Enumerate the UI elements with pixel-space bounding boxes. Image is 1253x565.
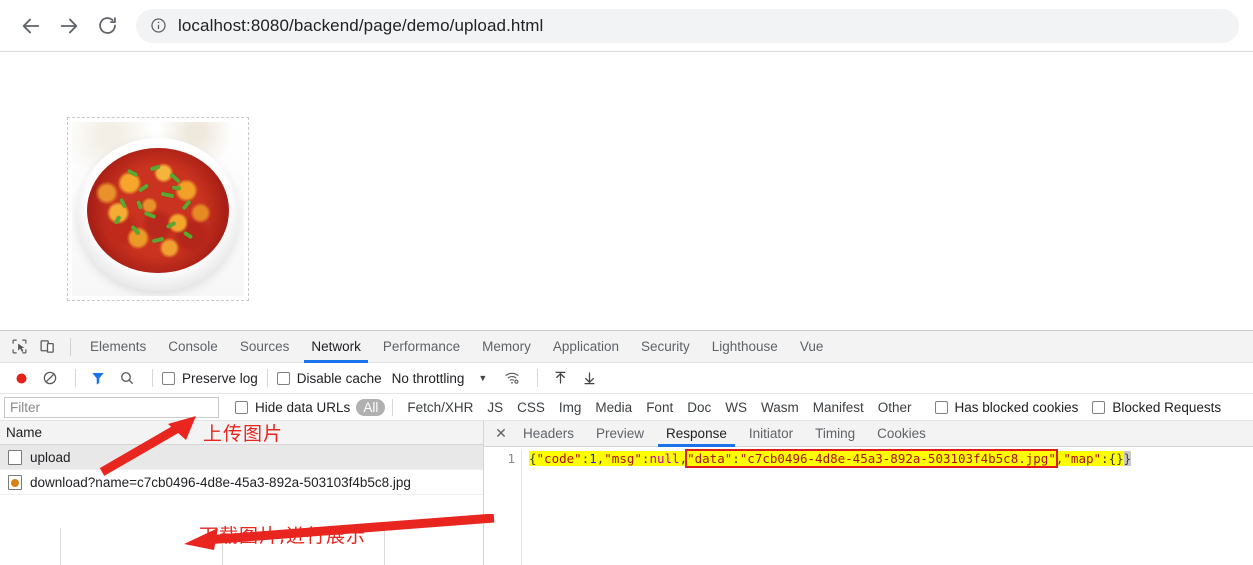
browser-toolbar: localhost:8080/backend/page/demo/upload.… — [0, 0, 1253, 52]
filter-type-font[interactable]: Font — [639, 400, 680, 415]
table-row[interactable]: download?name=c7cb0496-4d8e-45a3-892a-50… — [0, 470, 483, 495]
arrow-right-icon[interactable] — [52, 9, 86, 43]
tab-lighthouse[interactable]: Lighthouse — [701, 331, 789, 363]
preserve-log-label: Preserve log — [182, 370, 258, 386]
import-har-up-arrow-icon[interactable] — [547, 365, 573, 391]
response-body: 1 {"code":1,"msg":null,"data":"c7cb0496-… — [484, 447, 1253, 565]
checkbox-box — [235, 400, 248, 414]
image-upload-dropzone[interactable] — [67, 117, 249, 301]
filter-type-media[interactable]: Media — [588, 400, 639, 415]
hide-data-urls-label: Hide data URLs — [255, 399, 351, 415]
close-x-icon[interactable]: ✕ — [490, 423, 512, 445]
page-content-area — [0, 52, 1253, 329]
filter-type-css[interactable]: CSS — [510, 400, 552, 415]
checkbox-box — [1092, 400, 1106, 414]
detail-tabbar: ✕ Headers Preview Response Initiator Tim… — [484, 421, 1253, 447]
detail-tab-timing[interactable]: Timing — [804, 421, 866, 447]
disable-cache-label: Disable cache — [296, 370, 382, 386]
device-toolbar-icon[interactable] — [34, 334, 60, 360]
checkbox-box — [276, 371, 290, 385]
json-colon: : — [732, 451, 740, 466]
devtools-panel: Elements Console Sources Network Perform… — [0, 330, 1253, 565]
json-key-code: "code" — [536, 451, 582, 466]
table-row[interactable]: upload — [0, 445, 483, 470]
json-comma: , — [679, 451, 688, 466]
tab-sources[interactable]: Sources — [229, 331, 301, 363]
tab-vue[interactable]: Vue — [789, 331, 835, 363]
upload-annotation-text: 上传图片 — [203, 423, 284, 445]
blocked-requests-label: Blocked Requests — [1112, 399, 1222, 415]
network-filterbar: Filter Hide data URLs All Fetch/XHR JS C… — [0, 394, 1253, 421]
arrow-left-icon[interactable] — [14, 9, 48, 43]
address-bar[interactable]: localhost:8080/backend/page/demo/upload.… — [136, 8, 1239, 43]
checkbox-box — [162, 371, 175, 385]
funnel-filter-icon[interactable] — [85, 365, 111, 391]
detail-tab-response[interactable]: Response — [655, 421, 738, 447]
tab-elements[interactable]: Elements — [79, 331, 157, 363]
inspect-element-icon[interactable] — [6, 334, 32, 360]
filter-type-all[interactable]: All — [356, 398, 386, 416]
reload-icon[interactable] — [90, 9, 124, 43]
json-key-map: "map" — [1063, 451, 1102, 466]
has-blocked-cookies-label: Has blocked cookies — [954, 399, 1079, 415]
json-value-msg: null — [649, 451, 680, 466]
chevron-down-icon[interactable]: ▼ — [478, 373, 487, 383]
filter-type-js[interactable]: JS — [480, 400, 510, 415]
wifi-settings-icon[interactable] — [499, 365, 525, 391]
throttling-select[interactable]: No throttling — [392, 371, 465, 386]
json-value-code: 1 — [589, 451, 597, 466]
download-annotation-text: 下载图片,进行展示 — [199, 525, 367, 547]
record-circle-icon[interactable] — [8, 365, 34, 391]
tab-security[interactable]: Security — [630, 331, 701, 363]
tab-memory[interactable]: Memory — [471, 331, 542, 363]
json-colon: : — [1101, 451, 1109, 466]
detail-tab-headers[interactable]: Headers — [512, 421, 585, 447]
filter-type-wasm[interactable]: Wasm — [754, 400, 806, 415]
tab-performance[interactable]: Performance — [372, 331, 471, 363]
filter-input[interactable]: Filter — [4, 396, 219, 418]
json-value-map: {} — [1108, 451, 1124, 466]
url-text: localhost:8080/backend/page/demo/upload.… — [178, 15, 544, 35]
json-key-msg: "msg" — [604, 451, 642, 466]
tab-console[interactable]: Console — [157, 331, 229, 363]
detail-tab-preview[interactable]: Preview — [585, 421, 655, 447]
uploaded-image-preview — [72, 122, 244, 296]
hide-data-urls-checkbox[interactable]: Hide data URLs — [235, 400, 350, 415]
json-value-data: "c7cb0496-4d8e-45a3-892a-503103f4b5c8.jp… — [739, 451, 1056, 466]
tab-application[interactable]: Application — [542, 331, 630, 363]
info-circle-icon[interactable] — [150, 17, 167, 34]
json-open-brace: { — [529, 451, 537, 466]
preserve-log-checkbox[interactable]: Preserve log — [162, 371, 258, 386]
response-json-line[interactable]: {"code":1,"msg":null,"data":"c7cb0496-4d… — [522, 449, 1253, 565]
has-blocked-cookies-checkbox[interactable]: Has blocked cookies — [934, 399, 1079, 415]
checkbox-box — [934, 400, 948, 414]
filter-type-fetch-xhr[interactable]: Fetch/XHR — [400, 400, 480, 415]
detail-tab-initiator[interactable]: Initiator — [738, 421, 804, 447]
blocked-requests-checkbox[interactable]: Blocked Requests — [1092, 400, 1221, 415]
tab-network[interactable]: Network — [300, 331, 372, 363]
request-name: download?name=c7cb0496-4d8e-45a3-892a-50… — [30, 474, 411, 490]
filter-type-other[interactable]: Other — [871, 400, 919, 415]
filter-type-manifest[interactable]: Manifest — [806, 400, 871, 415]
devtools-tabbar: Elements Console Sources Network Perform… — [0, 331, 1253, 363]
request-detail-pane: ✕ Headers Preview Response Initiator Tim… — [484, 421, 1253, 565]
detail-tab-cookies[interactable]: Cookies — [866, 421, 937, 447]
line-number-gutter: 1 — [484, 450, 522, 565]
network-body: Name upload download?name=c7cb0496-4d8e-… — [0, 421, 1253, 565]
clear-no-entry-icon[interactable] — [37, 365, 63, 391]
image-icon — [8, 474, 22, 490]
filter-type-doc[interactable]: Doc — [680, 400, 718, 415]
request-name: upload — [30, 449, 71, 465]
network-toolbar: Preserve log Disable cache No throttling… — [0, 363, 1253, 394]
document-icon — [8, 449, 22, 465]
disable-cache-checkbox[interactable]: Disable cache — [276, 370, 382, 386]
json-close-brace: } — [1123, 451, 1132, 466]
filter-type-ws[interactable]: WS — [718, 400, 754, 415]
filter-type-img[interactable]: Img — [552, 400, 589, 415]
json-key-data: "data" — [687, 451, 733, 466]
export-har-down-arrow-icon[interactable] — [576, 365, 602, 391]
search-magnifier-icon[interactable] — [114, 365, 140, 391]
